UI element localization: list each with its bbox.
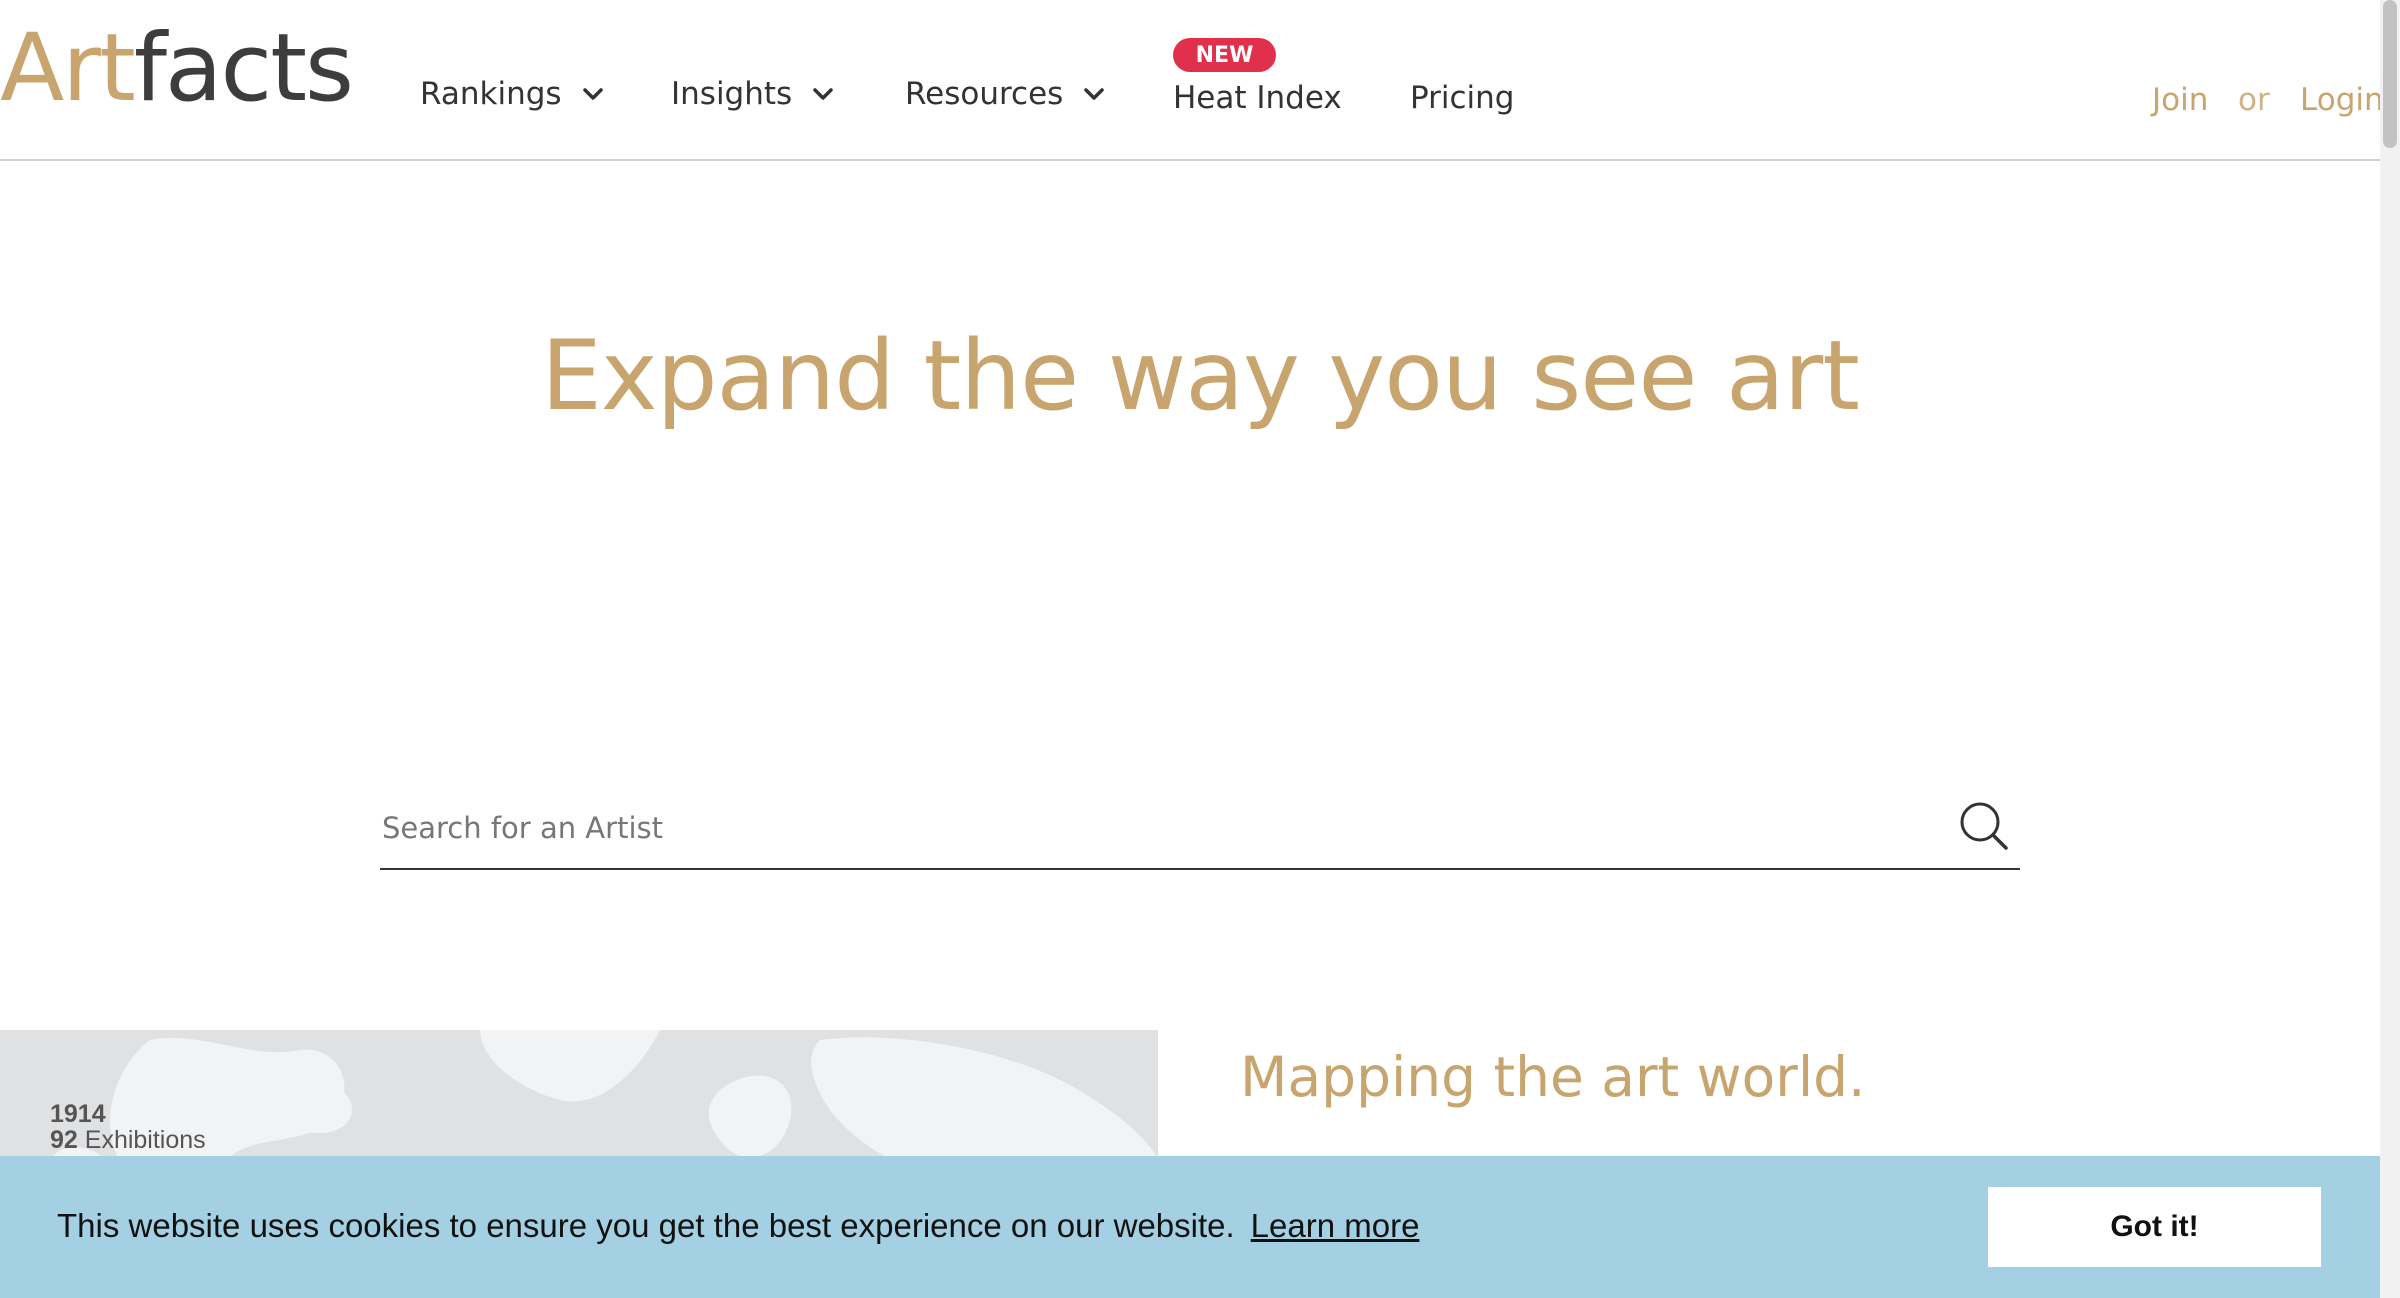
cookie-banner: This website uses cookies to ensure you … [0, 1156, 2380, 1298]
logo-part-facts: facts [133, 14, 354, 123]
cookie-message: This website uses cookies to ensure you … [57, 1207, 1419, 1245]
got-it-button[interactable]: Got it! [1988, 1187, 2321, 1267]
artist-search [380, 790, 2020, 870]
nav-resources[interactable]: Resources [905, 76, 1107, 112]
nav-heat-index-label: Heat Index [1173, 80, 1342, 116]
nav-resources-label: Resources [905, 76, 1064, 112]
artfacts-logo[interactable]: Artfacts [0, 22, 354, 116]
hero-title: Expand the way you see art [541, 320, 1860, 432]
page-scrollbar[interactable] [2380, 0, 2400, 1298]
nav-insights[interactable]: Insights [671, 76, 836, 112]
nav-insights-label: Insights [671, 76, 793, 112]
nav-heat-index[interactable]: Heat Index [1173, 80, 1342, 116]
search-input[interactable] [382, 798, 1922, 858]
cookie-message-text: This website uses cookies to ensure you … [57, 1207, 1235, 1244]
page: Artfacts Rankings Insights Resources NEW… [0, 0, 2380, 1298]
or-text: or [2238, 82, 2270, 118]
new-badge: NEW [1173, 38, 1276, 72]
site-header: Artfacts Rankings Insights Resources NEW… [0, 0, 2380, 161]
chevron-down-icon [1084, 88, 1105, 100]
learn-more-link[interactable]: Learn more [1251, 1207, 1420, 1244]
mapping-heading: Mapping the art world. [1240, 1045, 1866, 1109]
map-exhibitions-label: Exhibitions [84, 1126, 206, 1154]
join-link[interactable]: Join [2152, 82, 2208, 118]
scrollbar-thumb[interactable] [2383, 0, 2397, 148]
nav-rankings-label: Rankings [420, 76, 562, 112]
map-year: 1914 [50, 1100, 106, 1128]
nav-rankings[interactable]: Rankings [420, 76, 606, 112]
map-exhibitions: 92 Exhibitions [50, 1126, 206, 1155]
logo-part-art: Art [0, 14, 136, 123]
chevron-down-icon [582, 88, 603, 100]
search-icon[interactable] [1958, 800, 2010, 852]
map-exhibitions-count: 92 [50, 1126, 78, 1154]
nav-pricing-label: Pricing [1410, 80, 1515, 116]
nav-pricing[interactable]: Pricing [1410, 80, 1515, 116]
chevron-down-icon [813, 88, 833, 100]
login-link[interactable]: Login [2300, 82, 2380, 118]
